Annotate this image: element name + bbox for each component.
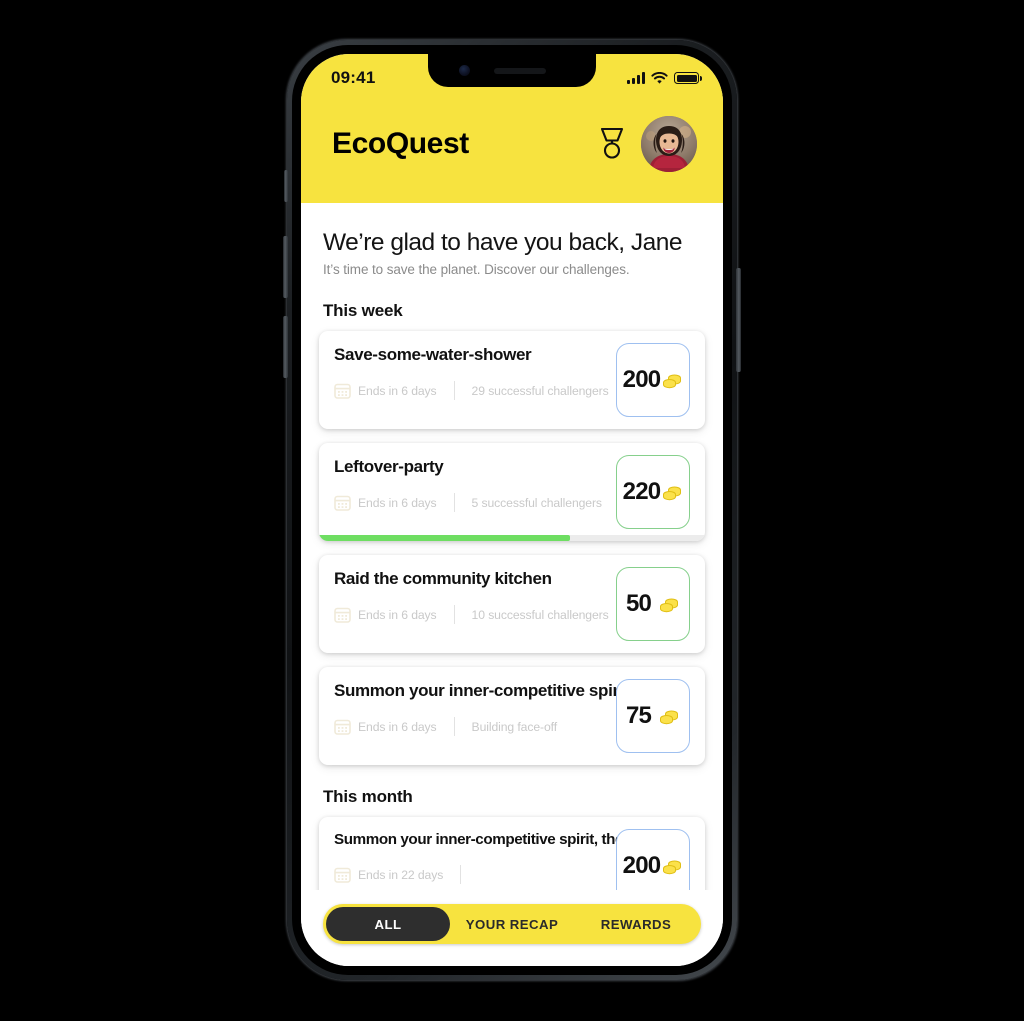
header-actions <box>597 115 697 172</box>
wifi-icon <box>651 71 668 84</box>
card-title: Summon your inner-competitive spirit <box>334 681 629 700</box>
phone-notch <box>428 54 596 87</box>
section-title-week: This week <box>323 301 403 320</box>
coins-icon <box>663 374 682 388</box>
card-challengers: 5 successful challengers <box>471 495 602 510</box>
challenge-card[interactable]: Save-some-water-shower Ends in 6 days 29… <box>319 331 705 429</box>
silent-switch-button[interactable] <box>284 170 288 202</box>
meta-divider <box>453 493 455 513</box>
progress-track <box>319 535 705 541</box>
points-badge[interactable]: 220 <box>616 455 690 529</box>
challenge-card[interactable]: Summon your inner-competitive spirit End… <box>319 667 705 765</box>
card-challengers: Building face-off <box>471 719 558 734</box>
volume-down-button[interactable] <box>283 316 288 378</box>
tab-all[interactable]: ALL <box>326 907 450 941</box>
phone-frame: 09:41 EcoQuest We’re glad to have you ba… <box>283 40 741 980</box>
card-body: Summon your inner-competitive spirit End… <box>334 680 629 737</box>
screenshot-stage: 09:41 EcoQuest We’re glad to have you ba… <box>0 0 1024 1021</box>
points-badge[interactable]: 75 <box>616 679 690 753</box>
power-button[interactable] <box>736 268 741 372</box>
greeting-subtitle: It’s time to save the planet. Discover o… <box>323 262 630 277</box>
card-body: Summon your inner-competitive spirit, th… <box>334 830 673 885</box>
points-value: 50 <box>625 590 652 617</box>
card-deadline: Ends in 6 days <box>358 607 437 622</box>
signal-bars-icon <box>627 72 645 84</box>
status-time: 09:41 <box>331 68 376 87</box>
calendar-icon <box>334 608 351 624</box>
card-body: Save-some-water-shower Ends in 6 days 29… <box>334 344 609 401</box>
greeting-title: We’re glad to have you back, Jane <box>323 229 682 256</box>
points-value: 200 <box>622 366 661 393</box>
points-value: 220 <box>622 478 661 505</box>
meta-divider <box>453 717 455 737</box>
card-body: Raid the community kitchen Ends in 6 day… <box>334 568 609 625</box>
phone-bezel: 09:41 EcoQuest We’re glad to have you ba… <box>292 45 732 975</box>
card-challengers: 29 successful challengers <box>471 383 609 398</box>
app-header: EcoQuest <box>301 98 723 203</box>
status-icons <box>627 71 702 85</box>
tab-your-recap[interactable]: YOUR RECAP <box>450 907 574 941</box>
card-meta: Ends in 6 days 5 successful challengers <box>334 493 606 513</box>
tabbar-container: ALL YOUR RECAP REWARDS <box>301 890 723 966</box>
challenge-card[interactable]: Summon your inner-competitive spirit, th… <box>319 817 705 890</box>
meta-divider <box>453 381 455 401</box>
points-badge[interactable]: 200 <box>616 829 690 890</box>
progress-fill <box>319 535 570 541</box>
card-deadline: Ends in 6 days <box>358 719 437 734</box>
card-title: Summon your inner-competitive spirit, th… <box>334 831 673 848</box>
card-meta: Ends in 6 days 29 successful challengers <box>334 381 609 401</box>
coins-icon <box>663 486 682 500</box>
battery-icon <box>674 72 702 84</box>
bottom-tabbar: ALL YOUR RECAP REWARDS <box>323 904 701 944</box>
avatar[interactable] <box>641 115 697 172</box>
points-value: 75 <box>625 702 652 729</box>
card-challengers: 10 successful challengers <box>471 607 609 622</box>
earpiece-speaker <box>494 67 546 74</box>
medal-icon[interactable] <box>597 126 627 162</box>
card-body: Leftover-party Ends in 6 days 5 successf… <box>334 456 606 513</box>
meta-divider <box>460 865 462 885</box>
points-value: 200 <box>622 852 661 879</box>
card-deadline: Ends in 6 days <box>358 383 437 398</box>
calendar-icon <box>334 720 351 736</box>
front-camera-icon <box>459 65 470 76</box>
calendar-icon <box>334 867 351 884</box>
coins-icon <box>663 860 682 874</box>
volume-up-button[interactable] <box>283 236 288 298</box>
tab-rewards[interactable]: REWARDS <box>574 907 698 941</box>
meta-divider <box>453 605 455 625</box>
points-badge[interactable]: 50 <box>616 567 690 641</box>
card-title: Raid the community kitchen <box>334 569 552 588</box>
card-deadline: Ends in 6 days <box>358 495 437 510</box>
points-badge[interactable]: 200 <box>616 343 690 417</box>
card-title: Leftover-party <box>334 457 444 476</box>
calendar-icon <box>334 496 351 512</box>
card-deadline: Ends in 22 days <box>358 867 444 882</box>
challenge-card[interactable]: Leftover-party Ends in 6 days 5 successf… <box>319 443 705 541</box>
card-meta: Ends in 22 days <box>334 865 606 885</box>
calendar-icon <box>334 384 351 400</box>
card-meta: Ends in 6 days 10 successful challengers <box>334 605 609 625</box>
card-title: Save-some-water-shower <box>334 345 532 364</box>
section-title-month: This month <box>323 787 413 806</box>
main-content: We’re glad to have you back, Jane It’s t… <box>301 203 723 890</box>
card-meta: Ends in 6 days Building face-off <box>334 717 606 737</box>
coins-icon <box>660 598 679 612</box>
challenge-card[interactable]: Raid the community kitchen Ends in 6 day… <box>319 555 705 653</box>
app-screen: 09:41 EcoQuest We’re glad to have you ba… <box>301 54 723 966</box>
coins-icon <box>660 710 679 724</box>
app-title: EcoQuest <box>332 126 469 160</box>
